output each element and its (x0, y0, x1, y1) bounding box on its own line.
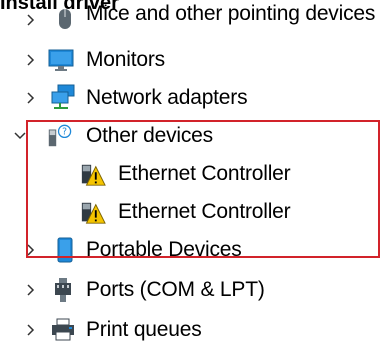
tree-child-ethernet-controller[interactable]: Ethernet Controller (0, 196, 388, 228)
tree-item-print-queues[interactable]: Print queues (0, 314, 388, 346)
tree-item-label: Ethernet Controller (118, 200, 291, 223)
tree-item-label: Print queues (86, 318, 202, 341)
tree-child-ethernet-controller[interactable]: Ethernet Controller (0, 158, 388, 190)
chevron-right-icon[interactable] (26, 53, 36, 67)
chevron-down-icon[interactable] (14, 129, 26, 143)
tree-item-label: Monitors (86, 48, 165, 71)
tree-item-portable-devices[interactable]: Portable Devices (0, 234, 388, 266)
monitor-icon (48, 47, 74, 73)
warning-device-icon (80, 200, 106, 226)
tree-item-other-devices[interactable]: ? Other devices (0, 120, 388, 152)
port-icon (50, 277, 76, 303)
printer-icon (50, 317, 76, 343)
warning-device-icon (80, 162, 106, 188)
chevron-right-icon[interactable] (26, 91, 36, 105)
tree-item-label: Ethernet Controller (118, 162, 291, 185)
tree-item-mice[interactable]: Mice and other pointing devices (0, 2, 388, 38)
tree-item-label: Network adapters (86, 86, 248, 109)
svg-text:?: ? (62, 127, 67, 138)
tree-item-monitors[interactable]: Monitors (0, 44, 388, 76)
chevron-right-icon[interactable] (26, 283, 36, 297)
tree-item-label: Other devices (86, 124, 213, 147)
unknown-device-icon: ? (46, 123, 72, 149)
tree-item-label: Mice and other pointing devices (86, 2, 376, 25)
network-adapter-icon (50, 84, 76, 110)
tree-item-label: Portable Devices (86, 238, 242, 261)
chevron-right-icon[interactable] (26, 243, 36, 257)
tree-item-network-adapters[interactable]: Network adapters (0, 82, 388, 114)
portable-device-icon (52, 237, 78, 263)
mouse-icon (52, 6, 78, 32)
chevron-right-icon[interactable] (26, 13, 36, 27)
tree-item-label: Ports (COM & LPT) (86, 278, 265, 301)
tree-item-ports[interactable]: Ports (COM & LPT) (0, 274, 388, 306)
chevron-right-icon[interactable] (26, 323, 36, 337)
